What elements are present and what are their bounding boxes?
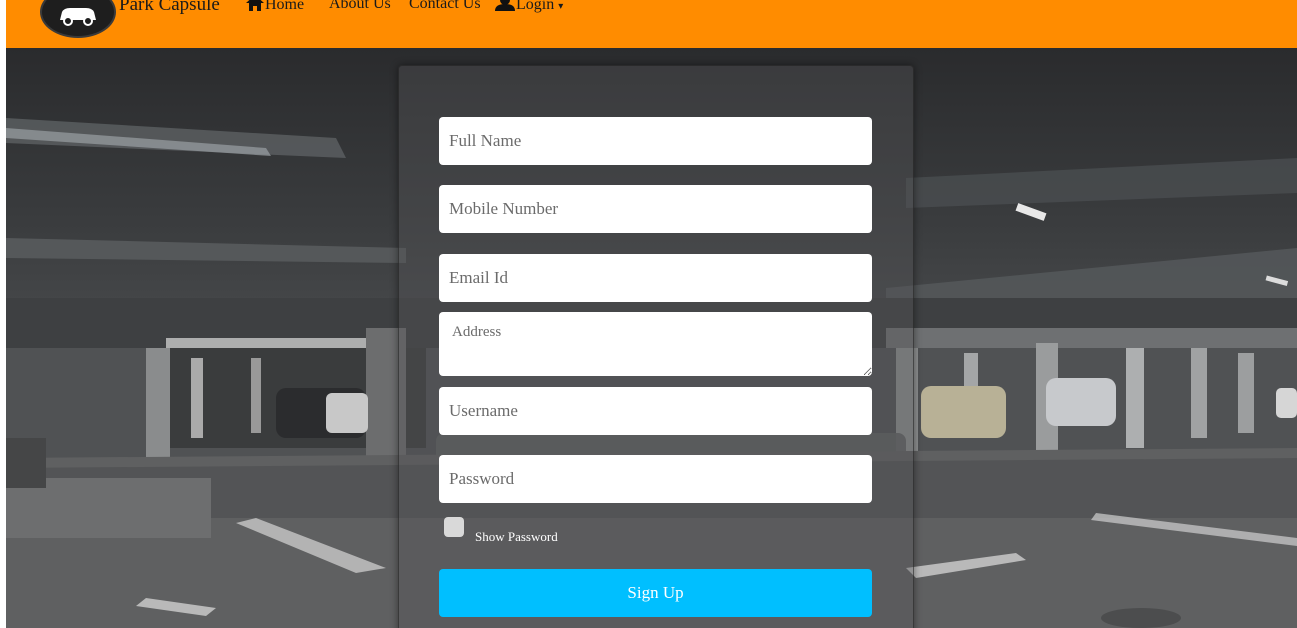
show-password-label[interactable]: Show Password (475, 529, 558, 545)
signup-page: Park Capsule Home About Us Contact Us Lo… (0, 0, 1297, 628)
user-icon (495, 0, 515, 11)
top-navbar: Park Capsule Home About Us Contact Us Lo… (6, 0, 1297, 48)
nav-about-us[interactable]: About Us (329, 0, 391, 13)
home-icon (246, 0, 264, 11)
full-name-input[interactable] (439, 117, 872, 165)
nav-contact-us[interactable]: Contact Us (409, 0, 481, 13)
address-textarea[interactable] (439, 312, 872, 376)
sign-up-button[interactable]: Sign Up (439, 569, 872, 617)
nav-login-label: Login (516, 0, 555, 13)
email-input[interactable] (439, 254, 872, 302)
chevron-down-icon: ▾ (558, 1, 564, 12)
username-input[interactable] (439, 387, 872, 435)
password-input[interactable] (439, 455, 872, 503)
car-icon[interactable] (40, 0, 116, 38)
nav-home-label: Home (265, 0, 305, 13)
nav-home[interactable]: Home (246, 0, 304, 14)
brand-name[interactable]: Park Capsule (119, 0, 220, 16)
show-password-row: Show Password (444, 517, 644, 547)
show-password-checkbox[interactable] (444, 517, 464, 537)
nav-login[interactable]: Login ▾ (495, 0, 563, 14)
mobile-number-input[interactable] (439, 185, 872, 233)
